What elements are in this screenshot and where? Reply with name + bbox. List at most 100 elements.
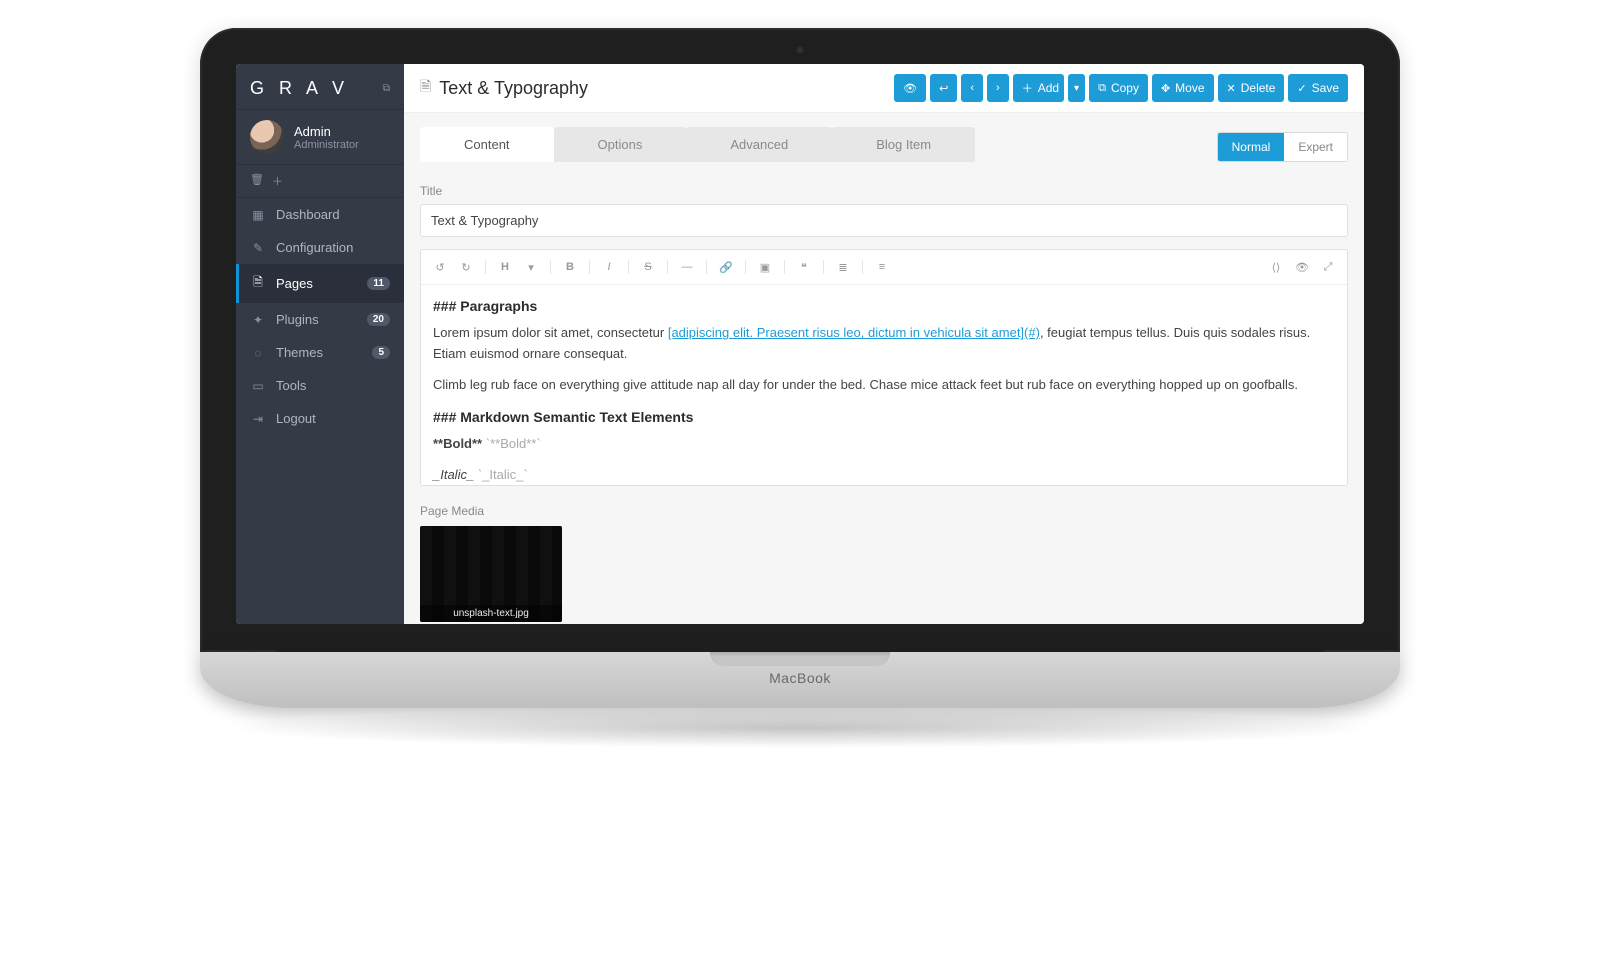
button-label: Copy xyxy=(1111,81,1139,95)
code-icon[interactable]: ⟨⟩ xyxy=(1265,256,1287,278)
laptop-logo: MacBook xyxy=(769,670,831,686)
nav-label: Tools xyxy=(276,378,306,393)
page-media-label: Page Media xyxy=(420,504,1348,518)
sidebar: G R A V ⧉ Admin Administrator 🗑 ＋ ▦ xyxy=(236,64,404,624)
user-name: Admin xyxy=(294,124,359,139)
nav-label: Configuration xyxy=(276,240,353,255)
sidebar-item-logout[interactable]: ⇥ Logout xyxy=(236,402,404,435)
plus-icon: ＋ xyxy=(1022,80,1033,96)
quote-icon[interactable]: ❝ xyxy=(793,256,815,278)
nav-label: Logout xyxy=(276,411,316,426)
link-icon[interactable]: 🔗 xyxy=(715,256,737,278)
sidebar-item-themes[interactable]: ◌ Themes 5 xyxy=(236,336,404,369)
nav-count-badge: 5 xyxy=(372,346,390,359)
md-link[interactable]: [adipiscing elit. Praesent risus leo, di… xyxy=(668,325,1040,340)
brand-logo: G R A V xyxy=(250,78,349,99)
prev-button[interactable]: ‹ xyxy=(961,74,983,102)
redo-icon[interactable]: ↻ xyxy=(455,256,477,278)
nav-label: Themes xyxy=(276,345,323,360)
file-icon: 🗎 xyxy=(250,273,266,294)
next-button[interactable]: › xyxy=(987,74,1009,102)
md-heading: ### Markdown Semantic Text Elements xyxy=(433,406,1335,428)
drop-icon: ◌ xyxy=(250,346,266,360)
heading-icon[interactable]: H xyxy=(494,256,516,278)
sidebar-item-configuration[interactable]: ✎ Configuration xyxy=(236,231,404,264)
ol-icon[interactable]: ≡ xyxy=(871,256,893,278)
move-icon: ✥ xyxy=(1161,82,1170,95)
mode-expert[interactable]: Expert xyxy=(1284,133,1347,161)
nav-label: Plugins xyxy=(276,312,319,327)
md-heading: ### Paragraphs xyxy=(433,295,1335,317)
media-filename: unsplash-text.jpg xyxy=(420,605,562,622)
briefcase-icon: ▭ xyxy=(250,379,266,393)
editor-textarea[interactable]: ### Paragraphs Lorem ipsum dolor sit ame… xyxy=(421,285,1347,485)
tab-content[interactable]: Content xyxy=(420,127,554,162)
copy-button[interactable]: ⧉ Copy xyxy=(1089,74,1148,102)
tab-options[interactable]: Options xyxy=(554,127,687,162)
avatar xyxy=(250,120,284,154)
undo-icon[interactable]: ↺ xyxy=(429,256,451,278)
button-label: Save xyxy=(1312,81,1339,95)
app-screen: G R A V ⧉ Admin Administrator 🗑 ＋ ▦ xyxy=(236,64,1364,624)
tab-blog-item[interactable]: Blog Item xyxy=(832,127,975,162)
back-button[interactable]: ↩ xyxy=(930,74,957,102)
hr-icon[interactable]: — xyxy=(676,256,698,278)
delete-button[interactable]: ✕ Delete xyxy=(1218,74,1285,102)
external-link-icon[interactable]: ⧉ xyxy=(383,83,390,94)
md-paragraph: **Bold** `**Bold**` xyxy=(433,434,1335,455)
trash-icon[interactable]: 🗑 xyxy=(250,173,264,189)
button-label: Delete xyxy=(1241,81,1276,95)
eye-icon: 👁 xyxy=(903,82,917,95)
wrench-icon: ✎ xyxy=(250,241,266,255)
x-icon: ✕ xyxy=(1227,82,1236,95)
sidebar-item-plugins[interactable]: ✦ Plugins 20 xyxy=(236,303,404,336)
plus-icon[interactable]: ＋ xyxy=(272,173,283,189)
copy-icon: ⧉ xyxy=(1098,82,1106,95)
button-label: Add xyxy=(1038,81,1059,95)
bold-icon[interactable]: B xyxy=(559,256,581,278)
sidebar-item-pages[interactable]: 🗎 Pages 11 xyxy=(236,264,404,303)
button-label: Move xyxy=(1175,81,1204,95)
nav-count-badge: 11 xyxy=(367,277,390,290)
preview-button[interactable]: 👁 xyxy=(894,74,926,102)
logout-icon: ⇥ xyxy=(250,412,266,426)
move-button[interactable]: ✥ Move xyxy=(1152,74,1214,102)
plug-icon: ✦ xyxy=(250,313,266,327)
sidebar-item-dashboard[interactable]: ▦ Dashboard xyxy=(236,198,404,231)
user-panel[interactable]: Admin Administrator xyxy=(236,109,404,165)
sidebar-item-tools[interactable]: ▭ Tools xyxy=(236,369,404,402)
preview-icon[interactable]: 👁 xyxy=(1291,256,1313,278)
strike-icon[interactable]: S xyxy=(637,256,659,278)
main-content: 🗎 Text & Typography 👁 ↩ ‹ › ＋ Add ▾ ⧉ Copy… xyxy=(404,64,1364,624)
mode-normal[interactable]: Normal xyxy=(1218,133,1285,161)
media-thumbnail[interactable]: unsplash-text.jpg xyxy=(420,526,562,622)
title-label: Title xyxy=(420,184,1348,198)
nav-count-badge: 20 xyxy=(367,313,390,326)
chevron-right-icon: › xyxy=(996,82,1000,94)
page-title-text: Text & Typography xyxy=(439,78,588,99)
md-paragraph: Lorem ipsum dolor sit amet, consectetur … xyxy=(433,323,1335,365)
heading-dropdown-icon[interactable]: ▾ xyxy=(520,256,542,278)
page-title: 🗎 Text & Typography xyxy=(420,76,588,100)
md-paragraph: _Italic_ `_Italic_` xyxy=(433,465,1335,485)
tab-advanced[interactable]: Advanced xyxy=(686,127,832,162)
chevron-left-icon: ‹ xyxy=(970,82,974,94)
italic-icon[interactable]: I xyxy=(598,256,620,278)
nav-label: Dashboard xyxy=(276,207,340,222)
user-role: Administrator xyxy=(294,139,359,151)
gauge-icon: ▦ xyxy=(250,208,266,222)
check-icon: ✓ xyxy=(1297,82,1306,95)
fullscreen-icon[interactable]: ⤢ xyxy=(1317,256,1339,278)
editor-toolbar: ↺ ↻ H ▾ B I S — xyxy=(421,250,1347,285)
nav-label: Pages xyxy=(276,276,313,291)
add-dropdown[interactable]: ▾ xyxy=(1068,74,1085,102)
reply-icon: ↩ xyxy=(939,82,948,95)
title-input[interactable] xyxy=(420,204,1348,237)
titlebar: 🗎 Text & Typography 👁 ↩ ‹ › ＋ Add ▾ ⧉ Copy… xyxy=(404,64,1364,113)
add-button[interactable]: ＋ Add xyxy=(1013,74,1064,102)
md-paragraph: Climb leg rub face on everything give at… xyxy=(433,375,1335,396)
save-button[interactable]: ✓ Save xyxy=(1288,74,1348,102)
ul-icon[interactable]: ≣ xyxy=(832,256,854,278)
image-icon[interactable]: ▣ xyxy=(754,256,776,278)
file-icon: 🗎 xyxy=(420,76,431,100)
